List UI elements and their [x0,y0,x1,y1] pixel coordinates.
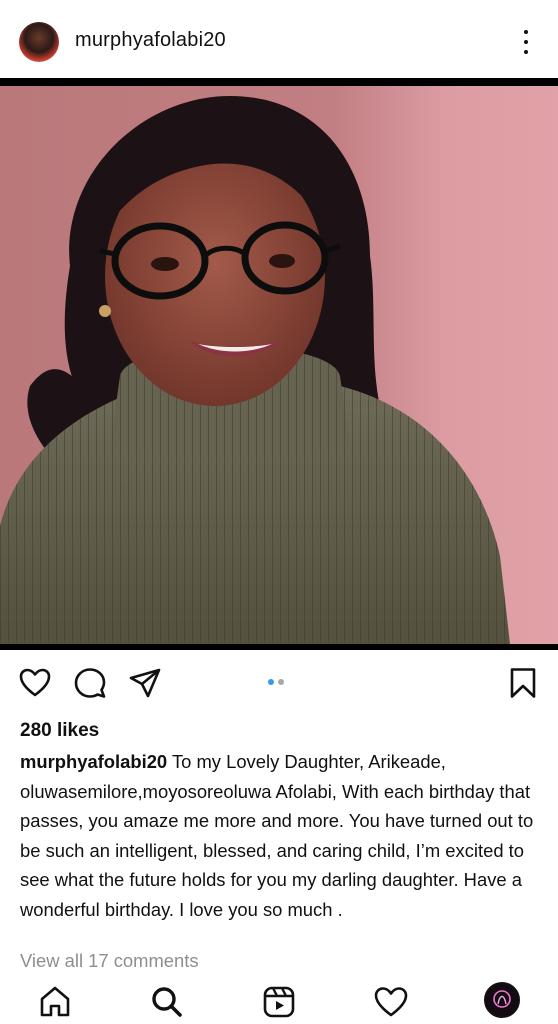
carousel-dot [278,679,284,685]
caption-text: To my Lovely Daughter, Arikeade, oluwase… [20,751,534,920]
post-photo[interactable] [0,86,558,644]
author-username[interactable]: murphyafolabi20 [75,29,226,52]
author-avatar[interactable] [19,22,59,62]
comment-bubble-icon[interactable] [73,666,107,700]
heart-icon[interactable] [18,666,52,700]
heart-icon[interactable] [373,984,409,1020]
home-icon[interactable] [37,984,73,1020]
bookmark-icon[interactable] [506,666,540,700]
carousel-indicator [268,679,284,685]
post-header: murphyafolabi20 [0,0,558,80]
search-icon[interactable] [149,984,185,1020]
post-caption: murphyafolabi20 To my Lovely Daughter, A… [20,747,540,924]
post-actions-bar [0,660,558,708]
reels-icon[interactable] [261,984,297,1020]
profile-avatar[interactable] [484,982,520,1018]
bottom-navigation [0,980,558,1024]
more-options-icon[interactable] [514,26,538,58]
carousel-dot-active [268,679,274,685]
view-all-comments-link[interactable]: View all 17 comments [20,950,199,972]
paper-plane-icon[interactable] [128,666,162,700]
likes-count[interactable]: 280 likes [20,720,99,742]
caption-username[interactable]: murphyafolabi20 [20,751,167,772]
